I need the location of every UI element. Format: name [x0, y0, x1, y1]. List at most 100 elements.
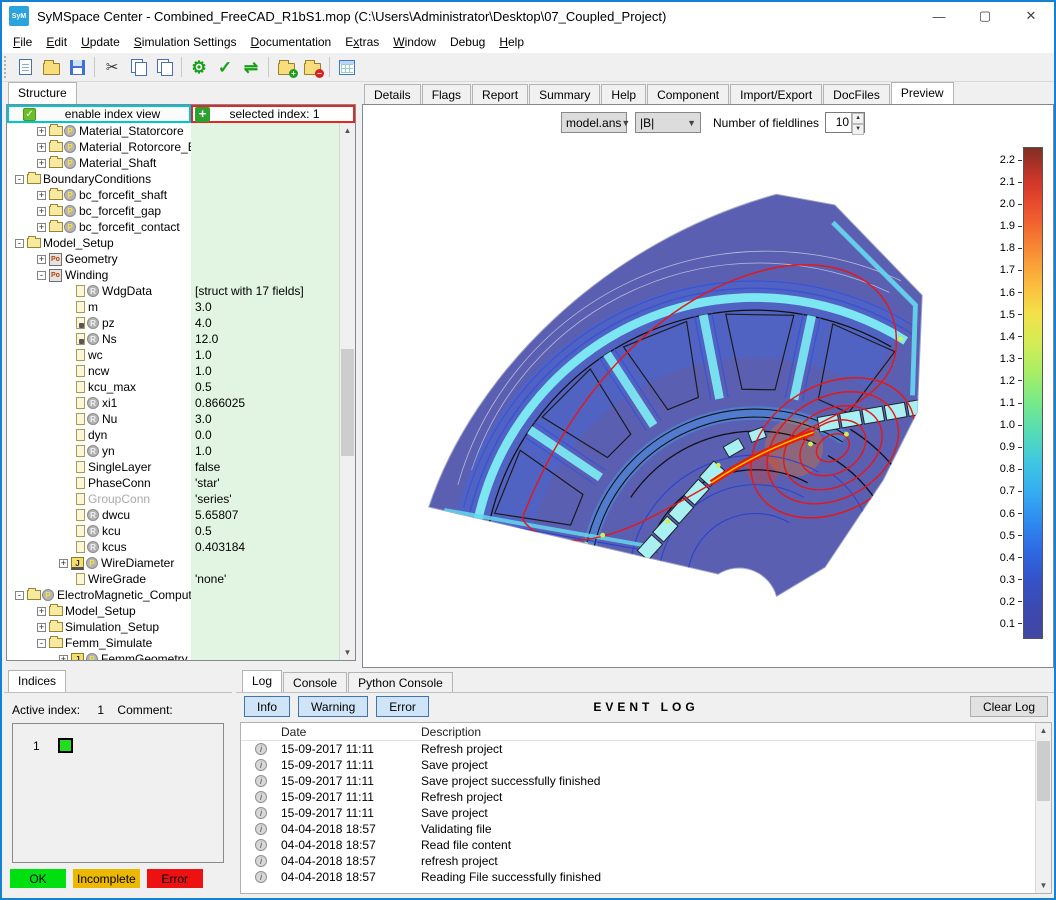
new-file-icon[interactable]: [12, 55, 38, 79]
result-file-select[interactable]: model.ans ▼: [561, 112, 627, 133]
expand-icon[interactable]: +: [37, 607, 46, 616]
expand-icon[interactable]: +: [37, 255, 46, 264]
cut-icon[interactable]: ✂: [99, 55, 125, 79]
log-row[interactable]: i04-04-2018 18:57refresh project: [241, 853, 1051, 869]
collapse-icon[interactable]: -: [15, 175, 24, 184]
tree-row[interactable]: kcu_max0.5: [7, 379, 339, 395]
tree-scroll-thumb[interactable]: [341, 349, 354, 456]
menu-documentation[interactable]: Documentation: [244, 32, 339, 52]
tree-row[interactable]: dyn0.0: [7, 427, 339, 443]
validate-check-icon[interactable]: ✓: [212, 55, 238, 79]
tree-row[interactable]: RNs12.0: [7, 331, 339, 347]
expand-icon[interactable]: +: [37, 127, 46, 136]
menu-simulation-settings[interactable]: Simulation Settings: [127, 32, 244, 52]
tab-console[interactable]: Console: [283, 672, 347, 692]
paste-icon[interactable]: [151, 55, 177, 79]
tree-row[interactable]: +Simulation_Setup: [7, 619, 339, 635]
tree-row[interactable]: GroupConn'series': [7, 491, 339, 507]
enable-index-view-cell[interactable]: ✓ enable index view: [7, 105, 191, 123]
tree-row[interactable]: Rpz4.0: [7, 315, 339, 331]
menu-help[interactable]: Help: [492, 32, 531, 52]
spin-up-icon[interactable]: ▲: [852, 113, 864, 124]
tree-row[interactable]: +JPWireDiameter: [7, 555, 339, 571]
tree-row[interactable]: +PoGeometry: [7, 251, 339, 267]
tree-row[interactable]: Rdwcu5.65807: [7, 507, 339, 523]
expand-icon[interactable]: +: [37, 623, 46, 632]
tab-python-console[interactable]: Python Console: [348, 672, 453, 692]
add-folder-icon[interactable]: +: [273, 55, 299, 79]
expand-icon[interactable]: +: [37, 223, 46, 232]
scroll-up-icon[interactable]: ▲: [340, 123, 355, 138]
close-button[interactable]: ✕: [1008, 2, 1054, 30]
tab-report[interactable]: Report: [472, 84, 528, 104]
tab-indices[interactable]: Indices: [8, 670, 66, 692]
tree-row[interactable]: +PMaterial_Shaft: [7, 155, 339, 171]
index-item[interactable]: 1: [33, 738, 73, 753]
filter-error-button[interactable]: Error: [376, 696, 429, 717]
log-scrollbar[interactable]: ▲ ▼: [1035, 723, 1051, 893]
tab-help[interactable]: Help: [601, 84, 646, 104]
log-row[interactable]: i04-04-2018 18:57Read file content: [241, 837, 1051, 853]
expand-icon[interactable]: +: [37, 207, 46, 216]
tab-structure[interactable]: Structure: [8, 82, 77, 104]
scroll-down-icon[interactable]: ▼: [340, 645, 355, 660]
menu-extras[interactable]: Extras: [338, 32, 386, 52]
toolbar-grip[interactable]: [4, 56, 9, 78]
tab-component[interactable]: Component: [647, 84, 729, 104]
tree-row[interactable]: +Model_Setup: [7, 603, 339, 619]
tree-row[interactable]: SingleLayerfalse: [7, 459, 339, 475]
tab-log[interactable]: Log: [242, 670, 282, 692]
log-row[interactable]: i15-09-2017 11:11Refresh project: [241, 741, 1051, 757]
tree-row[interactable]: ncw1.0: [7, 363, 339, 379]
maximize-button[interactable]: ▢: [962, 2, 1008, 30]
collapse-icon[interactable]: -: [15, 239, 24, 248]
expand-icon[interactable]: +: [37, 191, 46, 200]
tree-row[interactable]: Ryn1.0: [7, 443, 339, 459]
log-row[interactable]: i04-04-2018 18:57Reading File successful…: [241, 869, 1051, 885]
expand-icon[interactable]: +: [37, 159, 46, 168]
tree-row[interactable]: -BoundaryConditions: [7, 171, 339, 187]
tab-docfiles[interactable]: DocFiles: [823, 84, 890, 104]
log-row[interactable]: i15-09-2017 11:11Refresh project: [241, 789, 1051, 805]
log-row[interactable]: i04-04-2018 18:57Validating file: [241, 821, 1051, 837]
tab-flags[interactable]: Flags: [422, 84, 471, 104]
tree-row[interactable]: Rkcus0.403184: [7, 539, 339, 555]
fieldlines-stepper[interactable]: 10 ▲▼: [825, 112, 865, 133]
tree-row[interactable]: -PElectroMagnetic_Computati: [7, 587, 339, 603]
open-folder-icon[interactable]: [38, 55, 64, 79]
tab-details[interactable]: Details: [364, 84, 421, 104]
tree-row[interactable]: m3.0: [7, 299, 339, 315]
tree-row[interactable]: -Model_Setup: [7, 235, 339, 251]
menu-debug[interactable]: Debug: [443, 32, 492, 52]
tree-row[interactable]: WireGrade'none': [7, 571, 339, 587]
tab-import-export[interactable]: Import/Export: [730, 84, 822, 104]
tree-row[interactable]: Rkcu0.5: [7, 523, 339, 539]
tree-row[interactable]: Rxi10.866025: [7, 395, 339, 411]
tree-row[interactable]: -Femm_Simulate: [7, 635, 339, 651]
expand-icon[interactable]: +: [59, 559, 68, 568]
tree-row[interactable]: RWdgData[struct with 17 fields]: [7, 283, 339, 299]
tree-row[interactable]: +Pbc_forcefit_gap: [7, 203, 339, 219]
minimize-button[interactable]: —: [916, 2, 962, 30]
tree-row[interactable]: +Pbc_forcefit_shaft: [7, 187, 339, 203]
clear-log-button[interactable]: Clear Log: [970, 696, 1048, 717]
scroll-up-icon[interactable]: ▲: [1036, 723, 1051, 738]
log-scroll-thumb[interactable]: [1037, 741, 1050, 801]
remove-folder-icon[interactable]: −: [299, 55, 325, 79]
table-grid-icon[interactable]: [334, 55, 360, 79]
tree-row[interactable]: PhaseConn'star': [7, 475, 339, 491]
quantity-select[interactable]: |B| ▼: [635, 112, 701, 133]
tree-row[interactable]: RNu3.0: [7, 411, 339, 427]
menu-file[interactable]: File: [6, 32, 39, 52]
copy-icon[interactable]: [125, 55, 151, 79]
tree-row[interactable]: +Pbc_forcefit_contact: [7, 219, 339, 235]
sync-arrows-icon[interactable]: ⇌: [238, 55, 264, 79]
tree-row[interactable]: +PMaterial_Rotorcore_Ela: [7, 139, 339, 155]
log-row[interactable]: i15-09-2017 11:11Save project: [241, 757, 1051, 773]
collapse-icon[interactable]: -: [37, 271, 46, 280]
tree-row[interactable]: +PMaterial_Statorcore: [7, 123, 339, 139]
settings-gear-icon[interactable]: ⚙: [186, 55, 212, 79]
menu-window[interactable]: Window: [386, 32, 443, 52]
filter-warning-button[interactable]: Warning: [298, 696, 368, 717]
filter-info-button[interactable]: Info: [244, 696, 290, 717]
